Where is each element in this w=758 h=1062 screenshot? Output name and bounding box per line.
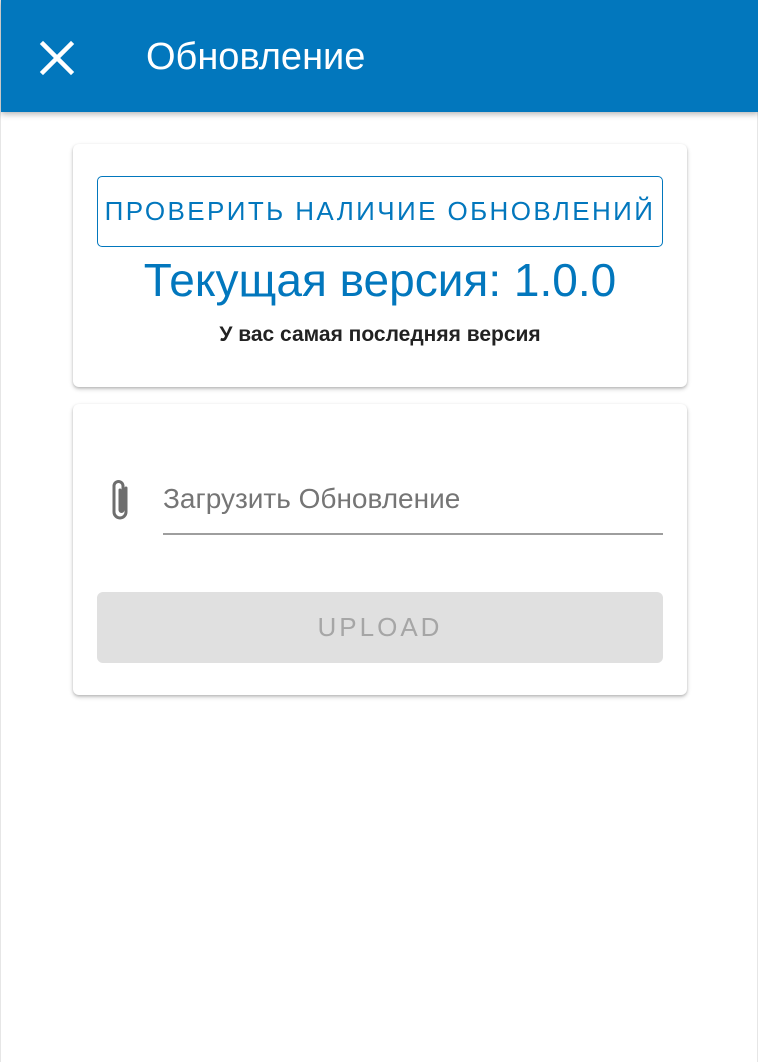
app-bar: Обновление [1,0,758,112]
upload-card: Загрузить Обновление UPLOAD [73,404,687,695]
close-button[interactable] [37,38,77,78]
current-version-text: Текущая версия: 1.0.0 [143,254,617,306]
page-title: Обновление [146,36,366,78]
paperclip-icon[interactable] [105,476,137,526]
close-icon [39,40,75,76]
check-updates-button[interactable]: ПРОВЕРИТЬ НАЛИЧИЕ ОБНОВЛЕНИЙ [97,176,663,247]
version-card: ПРОВЕРИТЬ НАЛИЧИЕ ОБНОВЛЕНИЙ Текущая вер… [73,144,687,387]
update-dialog: Обновление ПРОВЕРИТЬ НАЛИЧИЕ ОБНОВЛЕНИЙ … [0,0,758,1062]
upload-file-input[interactable]: Загрузить Обновление [163,474,663,535]
version-status-text: У вас самая последняя версия [219,323,541,346]
file-input-placeholder: Загрузить Обновление [163,483,461,514]
upload-button[interactable]: UPLOAD [97,592,663,663]
